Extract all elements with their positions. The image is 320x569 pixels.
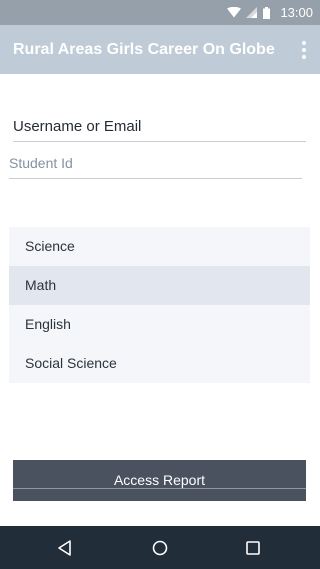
button-divider	[13, 488, 306, 489]
app-bar: Rural Areas Girls Career On Globe	[0, 25, 320, 74]
subject-item-science[interactable]: Science	[9, 227, 310, 266]
status-time: 13:00	[280, 5, 313, 20]
menu-dot	[302, 48, 306, 52]
menu-dot	[302, 41, 306, 45]
student-id-input[interactable]	[9, 150, 302, 176]
wifi-icon	[227, 7, 242, 18]
home-icon[interactable]	[151, 539, 169, 557]
battery-icon	[263, 6, 271, 19]
status-bar: 13:00	[0, 0, 320, 25]
subject-item-math[interactable]: Math	[9, 266, 310, 305]
more-vert-icon[interactable]	[300, 41, 308, 59]
student-id-field	[9, 150, 302, 179]
navigation-bar	[0, 526, 320, 569]
recents-icon[interactable]	[244, 539, 262, 557]
status-icons: 13:00	[227, 0, 320, 25]
access-report-label: Access Report	[113, 472, 206, 488]
menu-dot	[302, 55, 306, 59]
access-report-button[interactable]: Access Report	[13, 460, 306, 501]
subject-item-social-science[interactable]: Social Science	[9, 344, 310, 383]
username-underline	[13, 141, 306, 142]
app-title: Rural Areas Girls Career On Globe	[13, 41, 275, 58]
subject-item-english[interactable]: English	[9, 305, 310, 344]
username-field	[13, 113, 306, 142]
username-input[interactable]	[13, 113, 306, 139]
subject-list: Science Math English Social Science	[9, 227, 310, 383]
back-icon[interactable]	[56, 539, 74, 557]
student-id-underline	[9, 178, 302, 179]
signal-icon	[246, 7, 258, 18]
